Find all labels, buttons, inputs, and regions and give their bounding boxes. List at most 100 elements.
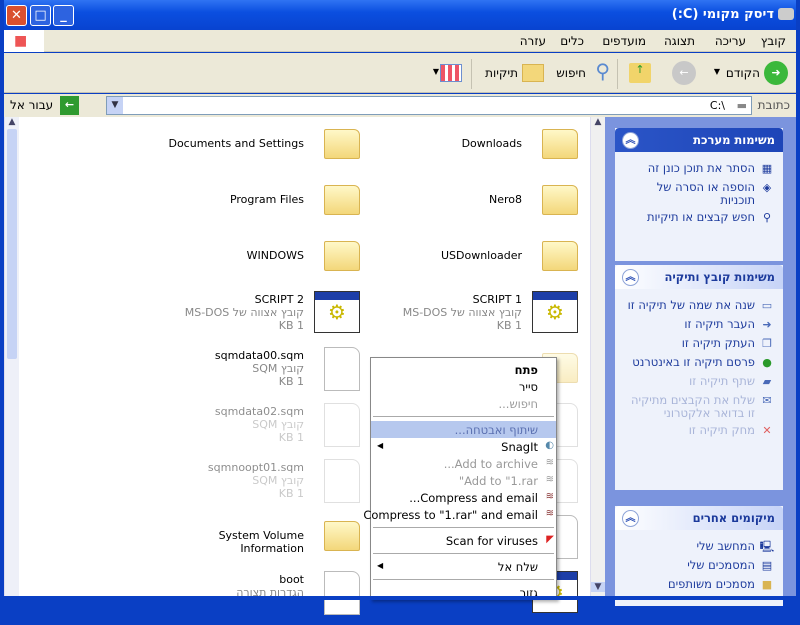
menu-item-compress-email[interactable]: ≋ Compress and email...: [371, 489, 556, 506]
toolbar-divider: [617, 59, 618, 89]
task-rename[interactable]: ▭ שנה את שמה של תיקיה זו: [615, 297, 783, 316]
menu-item-add-to-rar[interactable]: ≋ Add to "1.rar": [371, 472, 556, 489]
file-list-scrollbar[interactable]: ▲: [4, 117, 19, 600]
collapse-icon[interactable]: ︽: [622, 269, 639, 286]
folder-icon: [324, 521, 360, 551]
back-button[interactable]: הקודם: [726, 66, 760, 80]
search-button[interactable]: חיפוש: [556, 66, 586, 80]
collapse-icon[interactable]: ︽: [622, 510, 639, 527]
file-item[interactable]: boot הגדרות תצורה: [154, 571, 364, 625]
folder-icon: [324, 129, 360, 159]
task-pane-scrollbar[interactable]: ▲ ▼: [590, 117, 605, 600]
menu-item-open[interactable]: פתח: [371, 361, 556, 378]
task-hide-drive[interactable]: ▦ הסתר את תוכן כונן זה: [615, 160, 783, 179]
folders-button[interactable]: תיקיות: [485, 66, 518, 80]
task-copy[interactable]: ❐ העתק תיקיה זו: [615, 335, 783, 354]
minimize-button[interactable]: _: [53, 5, 74, 26]
other-places-panel: מיקומים אחרים ︽ 🖳 המחשב שלי ▤ המסמכים שלי ■…: [615, 506, 783, 606]
menu-help[interactable]: עזרה: [520, 34, 546, 48]
file-item[interactable]: Program Files: [154, 181, 364, 233]
file-desc: קובץ אצווה של MS-DOS: [184, 306, 304, 319]
menu-separator: [373, 579, 554, 580]
menu-item-snagit[interactable]: ◐ SnagIt ◀: [371, 438, 556, 455]
close-button[interactable]: ✕: [6, 5, 27, 26]
task-publish-web[interactable]: ● פרסם תיקיה זו באינטרנט: [615, 354, 783, 373]
task-add-remove-programs[interactable]: ◈ הוספה או הסרה של תוכניות: [615, 179, 783, 209]
file-size: 1 KB: [278, 431, 304, 444]
collapse-icon[interactable]: ︽: [622, 132, 639, 149]
task-search-files[interactable]: ⚲ חפש קבצים או תיקיות: [615, 209, 783, 228]
task-email[interactable]: ✉ שלח את הקבצים מתיקיה זו בדואר אלקטרוני: [615, 392, 783, 422]
back-dropdown-icon[interactable]: ▼: [714, 67, 720, 76]
menu-tools[interactable]: כלים: [560, 34, 584, 48]
file-item[interactable]: sqmnoopt01.sqm קובץ SQM 1 KB: [154, 459, 364, 513]
menu-label: Compress and email...: [409, 491, 538, 505]
panel-header[interactable]: משימות מערכת ︽: [615, 128, 783, 152]
task-label: חפש קבצים או תיקיות: [646, 210, 755, 224]
place-my-computer[interactable]: 🖳 המחשב שלי: [615, 538, 783, 557]
menu-separator: [373, 527, 554, 528]
menu-view[interactable]: תצוגה: [664, 34, 695, 48]
menu-item-scan-viruses[interactable]: ◤ Scan for viruses: [371, 532, 556, 549]
up-folder-icon[interactable]: ↑: [629, 63, 651, 83]
file-name: Downloads: [461, 137, 522, 150]
file-item[interactable]: ⚙ SCRIPT 1 קובץ אצווה של MS-DOS 1 KB: [372, 291, 582, 345]
file-item[interactable]: sqmdata02.sqm קובץ SQM 1 KB: [154, 403, 364, 457]
folders-icon[interactable]: [522, 64, 544, 82]
file-name: boot: [279, 573, 304, 586]
panel-header[interactable]: משימות קובץ ותיקיה ︽: [615, 265, 783, 289]
copy-icon: ❐: [762, 337, 772, 350]
go-button[interactable]: עבור אל: [10, 98, 53, 112]
menu-label: SnagIt: [501, 440, 538, 454]
menu-bar: ■ קובץ עריכה תצוגה מועדפים כלים עזרה: [4, 30, 796, 52]
menu-label: גזור: [519, 586, 538, 600]
menu-item-add-to-archive[interactable]: ≋ Add to archive...: [371, 455, 556, 472]
submenu-arrow-icon: ◀: [377, 441, 384, 450]
email-icon: ✉: [762, 394, 772, 407]
menu-item-send-to[interactable]: שלח אל ◀: [371, 558, 556, 575]
address-input[interactable]: ▬ C:\ ▼: [106, 96, 752, 115]
file-item[interactable]: Downloads: [372, 125, 582, 177]
place-shared-documents[interactable]: ■ מסמכים משותפים: [615, 576, 783, 595]
address-dropdown-icon[interactable]: ▼: [107, 97, 123, 114]
file-item[interactable]: ⚙ SCRIPT 2 קובץ אצווה של MS-DOS 1 KB: [154, 291, 364, 345]
task-delete[interactable]: ✕ מחק תיקיה זו: [615, 422, 783, 441]
task-move[interactable]: ➜ העבר תיקיה זו: [615, 316, 783, 335]
menu-file[interactable]: קובץ: [761, 34, 786, 48]
views-icon[interactable]: [440, 64, 462, 82]
menu-edit[interactable]: עריכה: [715, 34, 746, 48]
file-name: System Volume Information: [218, 529, 304, 555]
file-item[interactable]: sqmdata00.sqm קובץ SQM 1 KB: [154, 347, 364, 401]
toolbar: ➜ הקודם ▼ ← ↑ ⚲ חיפוש תיקיות ▼: [4, 53, 796, 93]
go-arrow-icon[interactable]: ←: [60, 96, 79, 115]
menu-item-search[interactable]: חיפוש...: [371, 395, 556, 412]
address-value: C:\: [709, 99, 725, 112]
file-info: WINDOWS: [247, 249, 304, 262]
file-name: WINDOWS: [246, 249, 304, 262]
file-info: SCRIPT 2 קובץ אצווה של MS-DOS 1 KB: [185, 293, 304, 332]
place-my-documents[interactable]: ▤ המסמכים שלי: [615, 557, 783, 576]
menu-label: חיפוש...: [498, 397, 538, 411]
menu-favorites[interactable]: מועדפים: [602, 34, 646, 48]
forward-arrow-icon[interactable]: ←: [672, 61, 696, 85]
task-share[interactable]: ▰ שתף תיקיה זו: [615, 373, 783, 392]
file-item[interactable]: System Volume Information: [154, 517, 364, 569]
file-size: 1 KB: [278, 319, 304, 332]
file-item[interactable]: WINDOWS: [154, 237, 364, 289]
maximize-button[interactable]: □: [30, 5, 51, 26]
menu-item-cut[interactable]: גזור: [371, 584, 556, 601]
file-item[interactable]: USDownloader: [372, 237, 582, 289]
panel-header[interactable]: מיקומים אחרים ︽: [615, 506, 783, 530]
menu-item-sharing-security[interactable]: שיתוף ואבטחה...: [371, 421, 556, 438]
address-bar: כתובת ▬ C:\ ▼ ← עבור אל: [4, 94, 796, 117]
back-arrow-icon[interactable]: ➜: [764, 61, 788, 85]
context-menu: פתח סייר חיפוש... שיתוף ואבטחה... ◐ SnagI…: [363, 357, 557, 601]
drive-icon: [778, 8, 794, 20]
views-dropdown-icon[interactable]: ▼: [433, 67, 439, 76]
search-icon[interactable]: ⚲: [595, 59, 610, 83]
file-item[interactable]: Nero8: [372, 181, 582, 233]
menu-item-compress-rar-email[interactable]: ≋ Compress to "1.rar" and email: [363, 506, 556, 523]
menu-item-explore[interactable]: סייר: [371, 378, 556, 395]
file-item[interactable]: Documents and Settings: [154, 125, 364, 177]
menu-label: Compress to "1.rar" and email: [363, 508, 538, 522]
